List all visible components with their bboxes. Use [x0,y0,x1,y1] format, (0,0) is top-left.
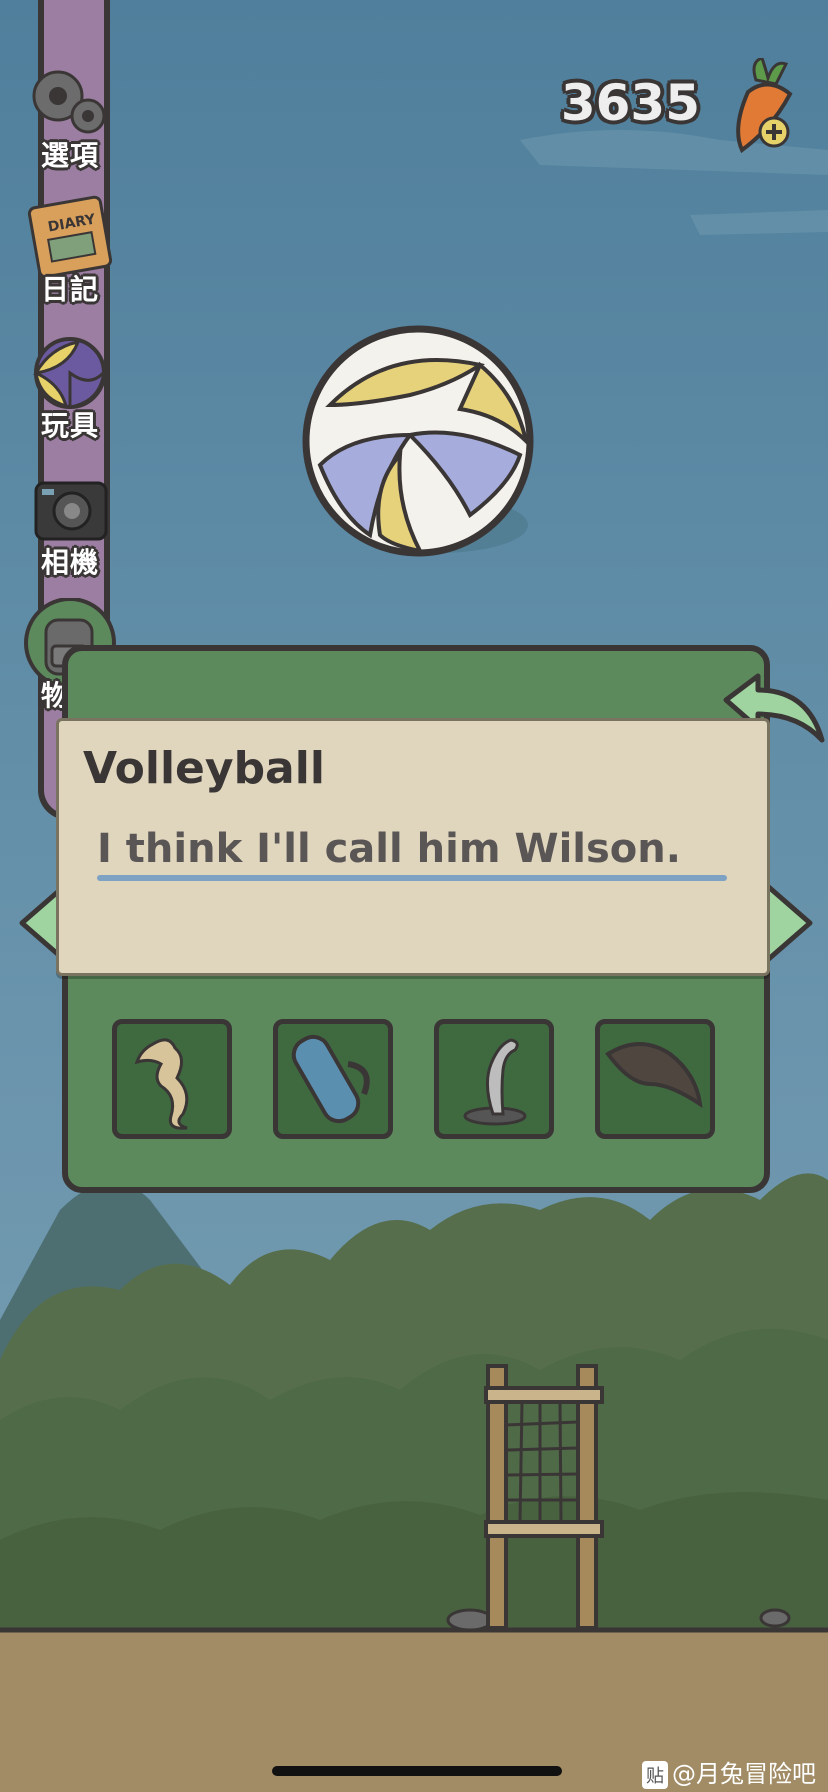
item-tooltip: Volleyball I think I'll call him Wilson. [56,718,770,976]
menu-options-button[interactable]: 選項 [20,58,120,174]
inventory-slot-eel[interactable] [434,1019,554,1139]
carrot-plus-icon[interactable] [728,58,808,158]
watermark-badge: 贴 [642,1761,668,1789]
menu-options-label: 選項 [40,139,99,172]
menu-camera-label: 相機 [40,546,99,579]
inventory-slot-moray-eel[interactable] [595,1019,715,1139]
tooltip-description: I think I'll call him Wilson. [97,826,681,872]
eel-icon [463,1038,527,1126]
watermark-text: @月兔冒险吧 [672,1760,816,1788]
watermark: 贴 @月兔冒险吧 [642,1754,816,1789]
moray-eel-icon [605,1042,703,1109]
menu-camera-button[interactable]: 相機 [20,465,120,581]
seahorse-icon [134,1038,189,1130]
home-indicator[interactable] [272,1766,562,1776]
menu-diary-label: 日記 [40,273,99,306]
inventory-slot-yoga-mat[interactable] [273,1019,393,1139]
menu-diary-button[interactable]: DIARY 日記 [20,192,120,308]
tooltip-underline [97,875,727,881]
yoga-mat-icon [291,1034,370,1124]
tooltip-title: Volleyball [83,743,325,794]
menu-toys-button[interactable]: 玩具 [20,328,120,444]
inventory-slot-seahorse[interactable] [112,1019,232,1139]
volleyball-icon [302,325,534,557]
menu-toys-label: 玩具 [40,409,99,442]
carrot-count: 3635 [560,74,700,132]
